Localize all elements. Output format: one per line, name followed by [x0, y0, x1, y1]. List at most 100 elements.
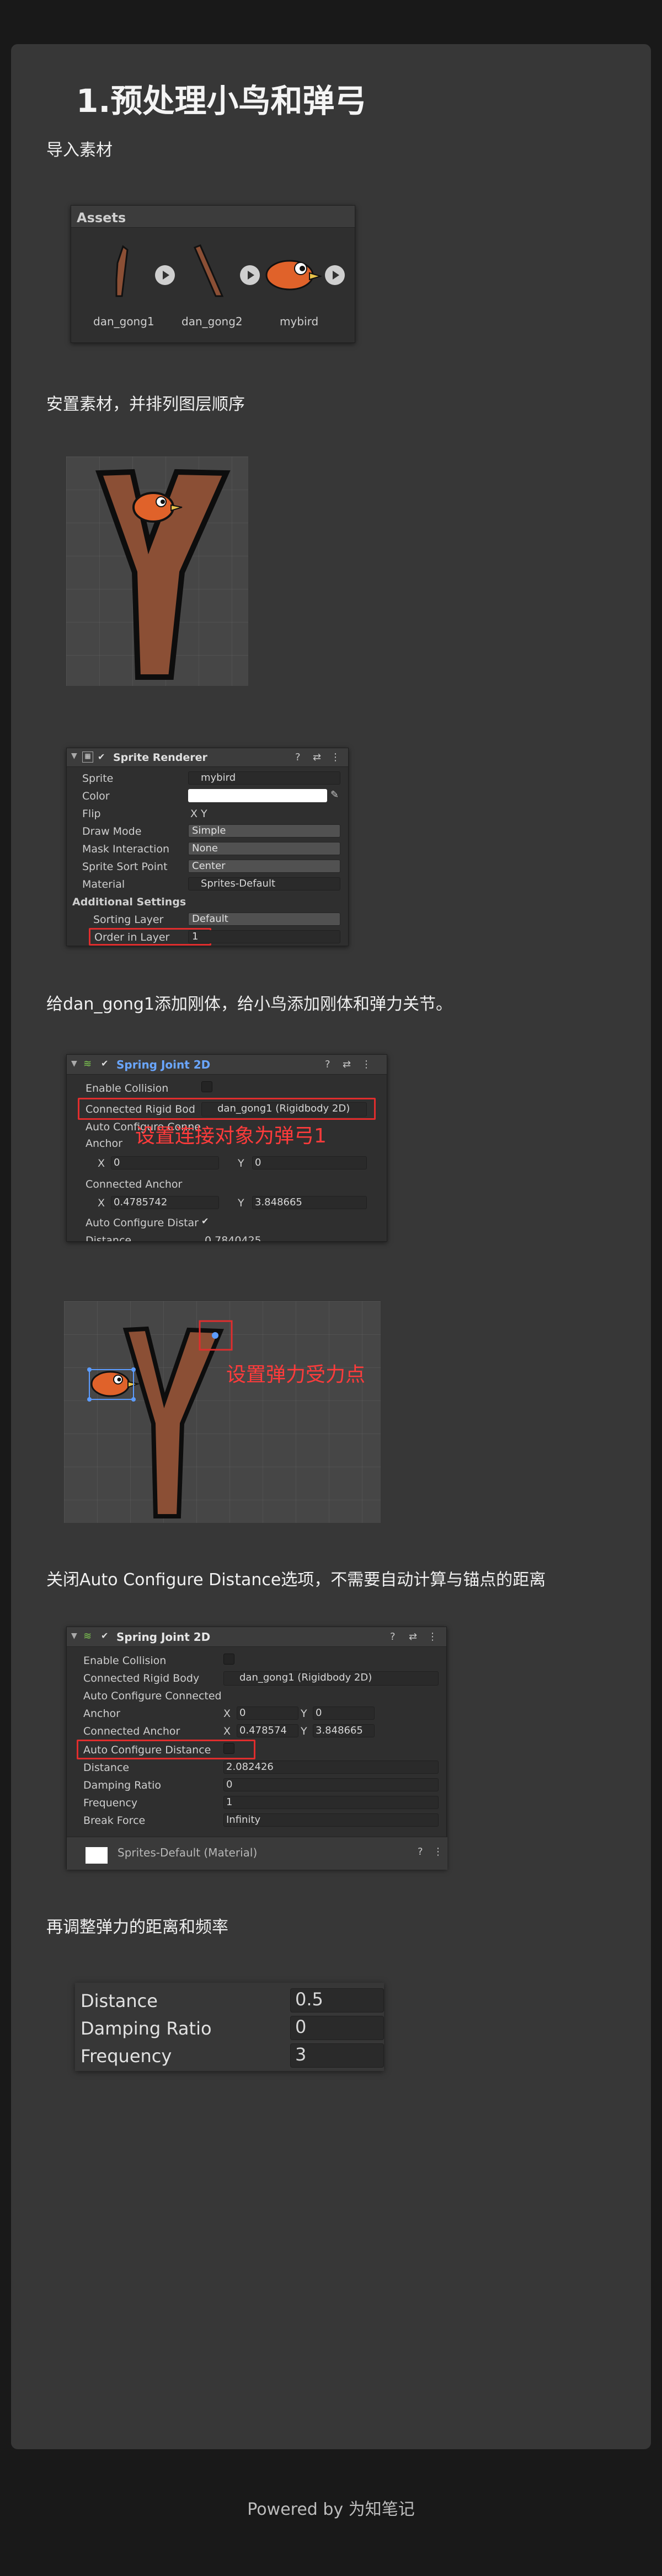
flip-value[interactable]: X Y: [190, 808, 207, 820]
mask-interaction-select[interactable]: None: [188, 842, 340, 855]
asset-play-icon[interactable]: [325, 265, 345, 285]
sort-point-value: Center: [192, 860, 226, 872]
component-icon: ▦: [82, 752, 93, 763]
draw-mode-label: Draw Mode: [82, 825, 142, 838]
enable-checkbox[interactable]: ✔: [101, 1630, 108, 1641]
order-in-layer-field[interactable]: 1: [188, 930, 340, 943]
ca-x-field[interactable]: 0.478574: [237, 1724, 298, 1737]
anchor-x-field[interactable]: 0: [237, 1706, 298, 1720]
material-label: Material: [82, 878, 125, 890]
asset-thumb-dan-gong1[interactable]: [90, 241, 147, 302]
ca-x-label: X: [98, 1197, 105, 1209]
preset-icon[interactable]: ⇄: [409, 1631, 417, 1643]
material-label[interactable]: Sprites-Default (Material): [118, 1846, 257, 1859]
spring-icon: ≋: [83, 1630, 92, 1642]
sort-point-select[interactable]: Center: [188, 860, 340, 873]
enable-collision-checkbox[interactable]: [201, 1081, 212, 1092]
auto-configure-distance-checkbox[interactable]: ✔: [201, 1216, 209, 1226]
material-field[interactable]: Sprites-Default: [188, 877, 340, 890]
collapse-arrow-icon[interactable]: ▼: [71, 1059, 77, 1068]
asset-play-icon[interactable]: [155, 265, 175, 285]
anchor-y-label: Y: [301, 1708, 307, 1720]
order-in-layer-label: Order in Layer: [94, 931, 170, 943]
section-arrange-text: 安置素材，并排列图层顺序: [46, 395, 245, 414]
tune-frequency-label: Frequency: [81, 2046, 172, 2067]
enable-collision-checkbox[interactable]: [223, 1654, 234, 1665]
draw-mode-select[interactable]: Simple: [188, 824, 340, 838]
break-force-field[interactable]: Infinity: [223, 1813, 439, 1827]
more-icon[interactable]: ⋮: [330, 752, 340, 763]
frequency-field[interactable]: 1: [223, 1796, 439, 1809]
ca-y-value: 3.848665: [255, 1196, 302, 1208]
anchor-y-field[interactable]: 0: [313, 1706, 375, 1720]
spring-icon: ≋: [83, 1058, 92, 1070]
sorting-layer-select[interactable]: Default: [188, 913, 340, 926]
collapse-arrow-icon[interactable]: ▼: [71, 1632, 77, 1640]
assets-panel: Assets dan_gong1 dan_gong2 mybird: [71, 205, 355, 343]
tune-damping-field[interactable]: 0: [290, 2016, 384, 2040]
section-import-text: 导入素材: [46, 141, 113, 160]
enable-collision-label: Enable Collision: [86, 1082, 169, 1094]
sprite-renderer-panel: ▼ ▦ ✔ Sprite Renderer ? ⇄ ⋮ Sprite mybir…: [66, 748, 349, 946]
ca-y-value: 3.848665: [316, 1725, 363, 1736]
anchor-y-field[interactable]: 0: [252, 1156, 367, 1169]
sprite-label: Sprite: [82, 772, 114, 785]
sorting-layer-label: Sorting Layer: [93, 914, 164, 926]
enable-checkbox[interactable]: ✔: [98, 752, 105, 762]
ca-y-field[interactable]: 3.848665: [313, 1724, 375, 1737]
auto-configure-distance-checkbox[interactable]: [223, 1743, 234, 1754]
tune-frequency-field[interactable]: 3: [290, 2043, 384, 2068]
slingshot-illustration: [95, 469, 231, 680]
sprite-field[interactable]: mybird: [188, 771, 340, 785]
break-force-value: Infinity: [226, 1814, 261, 1826]
anchor-label: Anchor: [83, 1708, 120, 1720]
asset-thumb-dan-gong2[interactable]: [184, 241, 241, 302]
connected-anchor-label: Connected Anchor: [83, 1725, 180, 1737]
more-icon[interactable]: ⋮: [361, 1059, 371, 1070]
connected-body-field[interactable]: dan_gong1 (Rigidbody 2D): [201, 1102, 367, 1117]
tune-damping-label: Damping Ratio: [81, 2018, 212, 2039]
more-icon[interactable]: ⋮: [428, 1631, 437, 1643]
ca-x-field[interactable]: 0.4785742: [111, 1196, 219, 1209]
enable-checkbox[interactable]: ✔: [101, 1058, 108, 1069]
connected-anchor-label: Connected Anchor: [86, 1178, 183, 1190]
help-icon[interactable]: ?: [325, 1059, 330, 1070]
help-icon[interactable]: ?: [418, 1846, 423, 1858]
material-value: Sprites-Default: [201, 878, 276, 889]
additional-settings-label[interactable]: Additional Settings: [72, 896, 186, 908]
footer-powered-by[interactable]: Powered by 为知笔记: [0, 2496, 662, 2520]
ca-y-field[interactable]: 3.848665: [252, 1196, 367, 1209]
distance-field[interactable]: 2.082426: [223, 1761, 439, 1774]
asset-thumb-mybird[interactable]: [261, 252, 323, 296]
tune-distance-field[interactable]: 0.5: [290, 1988, 384, 2012]
preset-icon[interactable]: ⇄: [313, 752, 321, 763]
tune-distance-value: 0.5: [295, 1989, 323, 2010]
eyedropper-icon[interactable]: ✎: [330, 789, 339, 801]
asset-label-dan-gong2: dan_gong2: [181, 315, 243, 328]
anchor-x-value: 0: [239, 1707, 246, 1719]
section-auto-config-text: 关闭Auto Configure Distance选项，不需要自动计算与锚点的距…: [46, 1570, 546, 1590]
sprite-value: mybird: [201, 772, 236, 783]
anchor-x-label: X: [98, 1157, 105, 1169]
help-icon[interactable]: ?: [295, 752, 301, 763]
damping-field[interactable]: 0: [223, 1778, 439, 1791]
anchor-x-field[interactable]: 0: [111, 1156, 219, 1169]
asset-play-icon[interactable]: [240, 265, 260, 285]
help-icon[interactable]: ?: [390, 1631, 396, 1643]
material-preview: [86, 1847, 108, 1864]
color-swatch[interactable]: [188, 789, 327, 802]
section-tune-text: 再调整弹力的距离和频率: [46, 1918, 228, 1937]
slingshot-spring-illustration: [87, 1320, 233, 1518]
ca-x-value: 0.4785742: [114, 1196, 168, 1208]
damping-label: Damping Ratio: [83, 1779, 162, 1791]
preset-icon[interactable]: ⇄: [343, 1059, 351, 1070]
mask-interaction-label: Mask Interaction: [82, 843, 170, 855]
ca-y-label: Y: [238, 1197, 244, 1209]
component-title: Sprite Renderer: [113, 752, 207, 764]
more-icon[interactable]: ⋮: [433, 1846, 443, 1858]
tune-frequency-value: 3: [295, 2044, 307, 2065]
material-row: Sprites-Default (Material) ? ⋮: [67, 1837, 447, 1870]
connected-body-label: Connected Rigid Bod: [86, 1103, 195, 1115]
collapse-arrow-icon[interactable]: ▼: [71, 752, 77, 760]
connected-body-field[interactable]: dan_gong1 (Rigidbody 2D): [223, 1671, 439, 1686]
